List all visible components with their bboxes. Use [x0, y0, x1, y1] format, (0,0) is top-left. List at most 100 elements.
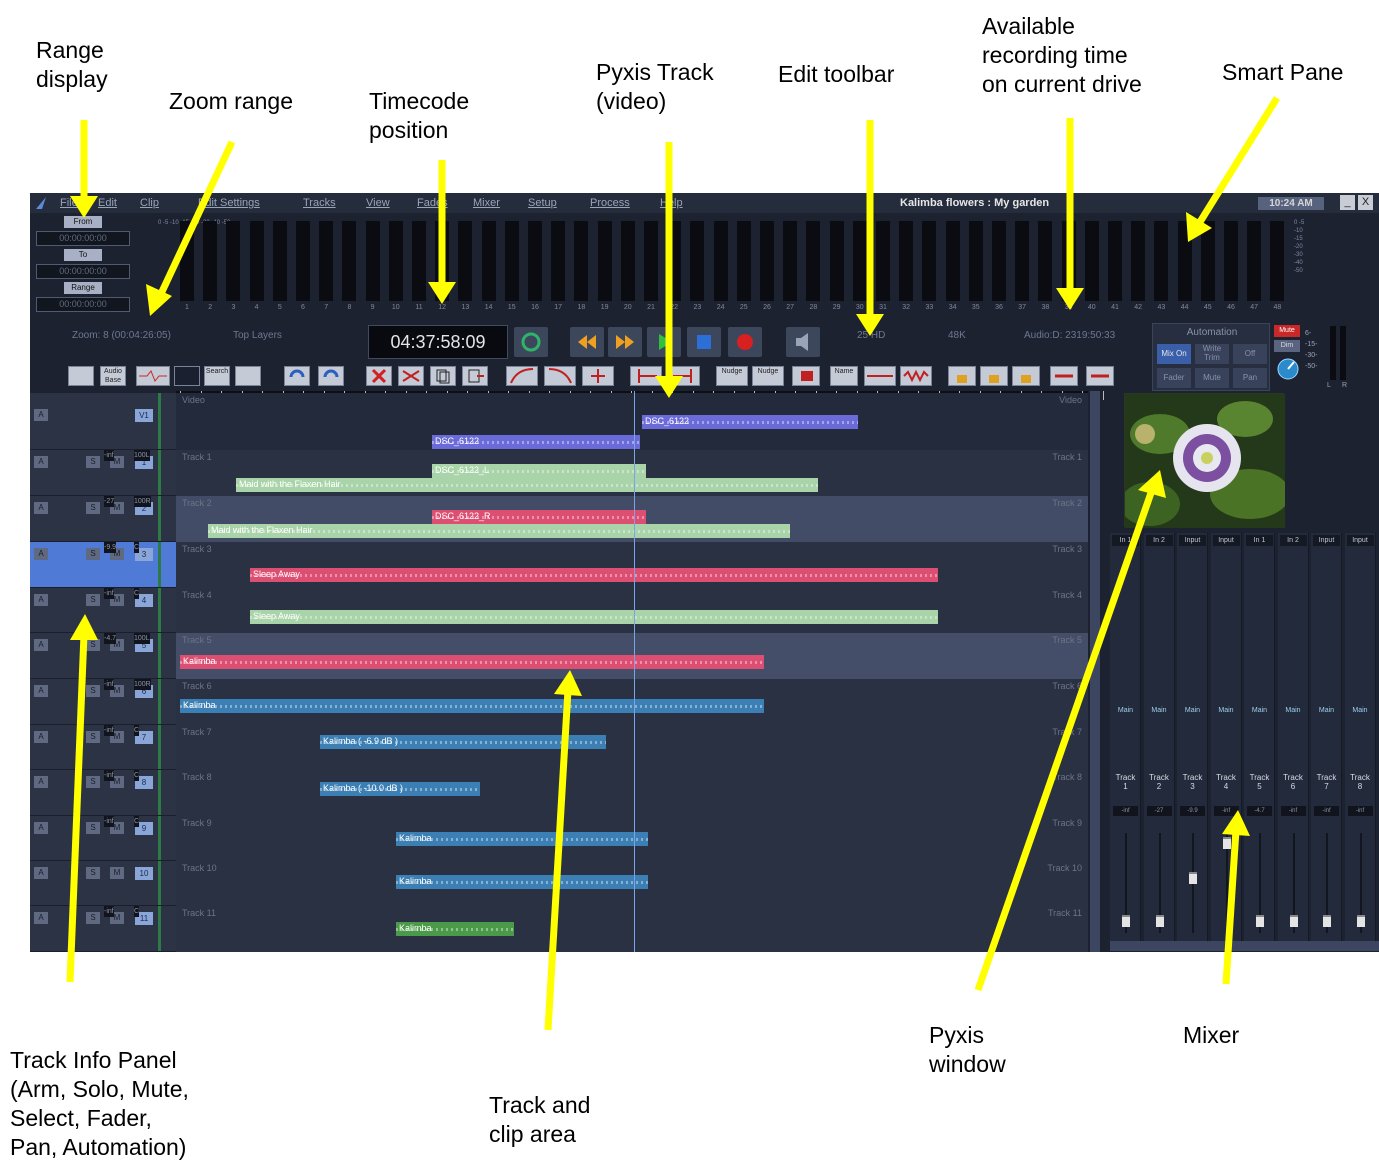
mixer-output-select[interactable]: Main — [1112, 707, 1139, 714]
mixer-fader[interactable] — [1155, 915, 1164, 927]
mixer-output-select[interactable]: Main — [1146, 707, 1173, 714]
track-volume[interactable]: -9.9 — [104, 542, 117, 553]
mixer-input-select[interactable]: Input — [1313, 535, 1340, 546]
crossfade-button[interactable] — [582, 366, 614, 386]
track-volume[interactable]: -27 — [104, 496, 115, 507]
tool-mixer-view[interactable] — [174, 366, 200, 386]
mixer-fader[interactable] — [1256, 915, 1264, 927]
nudge-right-button[interactable]: Nudge — [752, 366, 784, 386]
solo-button[interactable]: S — [86, 548, 100, 560]
mixer-output-select[interactable]: Main — [1246, 707, 1273, 714]
undo-button[interactable] — [284, 366, 310, 386]
track-volume[interactable]: -inf — [104, 679, 114, 690]
cut-button[interactable] — [398, 366, 424, 386]
mixer-input-select[interactable]: Input — [1346, 535, 1374, 546]
track-volume[interactable]: -inf — [104, 588, 114, 599]
lock-button-1[interactable] — [948, 366, 976, 386]
arm-button[interactable]: A — [34, 822, 48, 834]
mixer-input-select[interactable]: In 2 — [1279, 535, 1307, 546]
lock-button-2[interactable] — [980, 366, 1008, 386]
clip[interactable]: Kalimba ( -6.9 dB ) — [320, 735, 606, 749]
delete-button[interactable] — [366, 366, 392, 386]
menu-setup[interactable]: Setup — [528, 197, 557, 209]
mixer-fader[interactable] — [1289, 915, 1298, 927]
playhead[interactable] — [634, 391, 635, 952]
loop-button[interactable] — [514, 327, 548, 357]
track-pan[interactable]: 100L — [134, 450, 150, 461]
mixer-fader[interactable] — [1356, 915, 1365, 927]
paste-button[interactable] — [462, 366, 488, 386]
mixer-input-select[interactable]: In 2 — [1145, 535, 1173, 546]
solo-button[interactable]: S — [86, 502, 100, 514]
track-volume[interactable]: -4.7 — [104, 633, 117, 644]
marker-button[interactable] — [864, 366, 896, 386]
mixer-output-select[interactable]: Main — [1213, 707, 1240, 714]
track-pan[interactable]: C — [134, 725, 140, 736]
solo-button[interactable]: S — [86, 639, 100, 651]
menu-mixer[interactable]: Mixer — [473, 197, 500, 209]
copy-button[interactable] — [430, 366, 456, 386]
arm-button[interactable]: A — [34, 639, 48, 651]
track-pan[interactable]: C — [134, 906, 140, 917]
arm-button[interactable]: A — [34, 409, 48, 421]
record-button[interactable] — [728, 327, 762, 357]
remove-button[interactable] — [792, 366, 820, 386]
menu-edit[interactable]: Edit — [98, 197, 117, 209]
mixer-output-select[interactable]: Main — [1280, 707, 1307, 714]
tool-library[interactable] — [235, 366, 261, 386]
mixer-input-select[interactable]: In 1 — [1246, 535, 1273, 546]
redo-button[interactable] — [318, 366, 344, 386]
solo-button[interactable]: S — [86, 822, 100, 834]
range-to-button[interactable]: To — [64, 249, 102, 261]
mixer-input-select[interactable]: Input — [1179, 535, 1206, 546]
arm-button[interactable]: A — [34, 867, 48, 879]
fade-in-button[interactable] — [506, 366, 538, 386]
wave-button[interactable] — [900, 366, 932, 386]
tool-audio-base[interactable]: Audio Base — [100, 366, 126, 386]
track-number-button[interactable]: V1 — [135, 409, 153, 422]
arm-button[interactable]: A — [34, 548, 48, 560]
menu-fades[interactable]: Fades — [417, 197, 448, 209]
track-pan[interactable]: C — [134, 816, 140, 827]
name-button[interactable]: Name — [830, 366, 858, 386]
clip[interactable]: DSC_6122 — [642, 415, 858, 429]
tool-waveform[interactable] — [136, 366, 170, 386]
track-pan[interactable]: C — [134, 542, 140, 553]
range-button[interactable]: Range — [64, 282, 102, 294]
menu-help[interactable]: Help — [660, 197, 683, 209]
arm-button[interactable]: A — [34, 731, 48, 743]
arm-button[interactable]: A — [34, 502, 48, 514]
track-scrollbar[interactable] — [1090, 391, 1100, 952]
fade-out-button[interactable] — [544, 366, 576, 386]
track-lane[interactable]: Track 11 Track 11 — [176, 906, 1088, 952]
solo-button[interactable]: S — [86, 731, 100, 743]
mixer-input-select[interactable]: In 1 — [1112, 535, 1139, 546]
stop-button[interactable] — [687, 327, 721, 357]
menu-clip[interactable]: Clip — [140, 197, 159, 209]
solo-button[interactable]: S — [86, 776, 100, 788]
mixer-fader[interactable] — [1222, 837, 1231, 849]
tool-search[interactable]: Search — [204, 366, 230, 386]
clip[interactable]: Kalimba — [396, 922, 514, 936]
mixer-output-select[interactable]: Main — [1347, 707, 1374, 714]
clip[interactable]: Kalimba — [180, 655, 764, 669]
track-pan[interactable]: 100R — [134, 496, 151, 507]
rewind-button[interactable] — [570, 327, 604, 357]
solo-button[interactable]: S — [86, 685, 100, 697]
clip[interactable]: DSC_6122_L — [432, 464, 646, 478]
nudge-left-button[interactable]: Nudge — [716, 366, 748, 386]
menu-edit-settings[interactable]: Edit Settings — [198, 197, 260, 209]
menu-file[interactable]: File — [60, 197, 78, 209]
arm-button[interactable]: A — [34, 912, 48, 924]
trim-start-button[interactable] — [630, 366, 662, 386]
clip[interactable]: Maid with the Flaxen Hair — [236, 478, 818, 492]
mixer-output-select[interactable]: Main — [1313, 707, 1340, 714]
track-volume[interactable]: -inf — [104, 906, 114, 917]
clip[interactable]: Kalimba — [396, 832, 648, 846]
tool-track-view[interactable] — [68, 366, 94, 386]
track-pan[interactable]: 100L — [134, 633, 150, 644]
track-pan[interactable]: 100R — [134, 679, 151, 690]
play-button[interactable] — [647, 327, 681, 357]
track-pan[interactable]: C — [134, 588, 140, 599]
trim-end-button[interactable] — [668, 366, 700, 386]
